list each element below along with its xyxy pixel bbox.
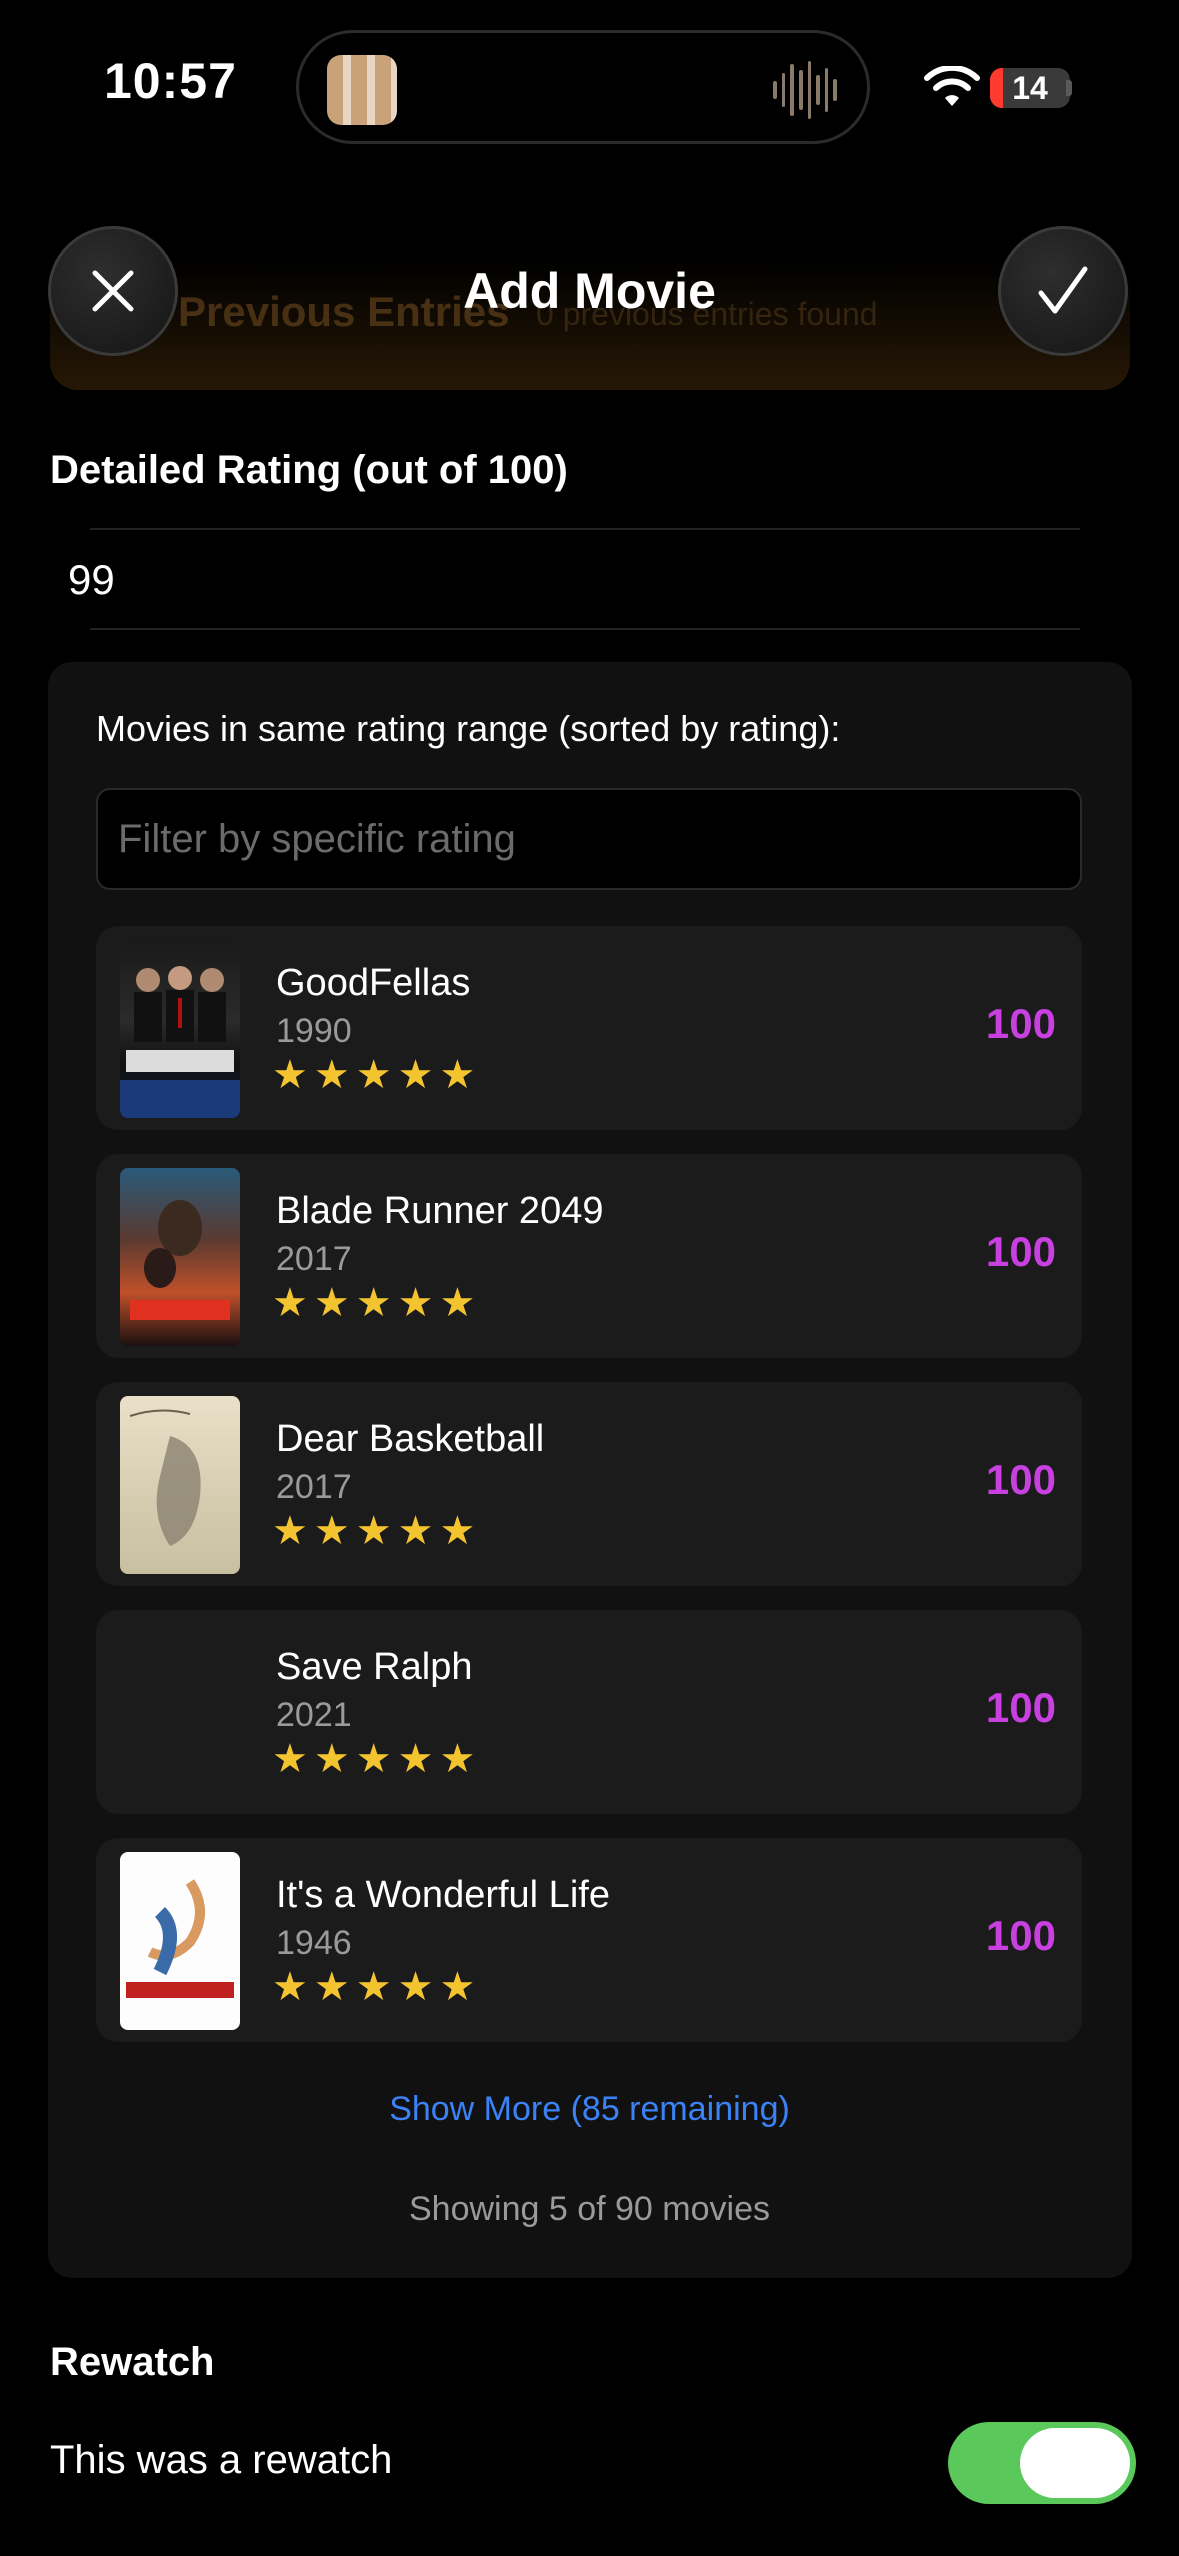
movie-score: 100 bbox=[985, 1228, 1056, 1275]
movie-poster bbox=[120, 1852, 240, 2030]
rating-label: Detailed Rating (out of 100) bbox=[50, 448, 568, 492]
movie-title: Blade Runner 2049 bbox=[276, 1190, 604, 1232]
rating-input[interactable] bbox=[48, 530, 1132, 630]
movie-title: It's a Wonderful Life bbox=[276, 1874, 610, 1916]
checkmark-icon bbox=[1038, 266, 1088, 314]
movie-score: 100 bbox=[985, 1456, 1056, 1503]
similar-movies-heading: Movies in same rating range (sorted by r… bbox=[96, 708, 841, 749]
movie-row[interactable]: Save Ralph 2021 ★★★★★ 100 bbox=[96, 1610, 1082, 1814]
star-rating: ★★★★★ bbox=[272, 1509, 482, 1553]
wifi-icon bbox=[924, 66, 980, 106]
divider bbox=[90, 528, 1080, 530]
movie-year: 2021 bbox=[276, 1696, 352, 1734]
showing-count: Showing 5 of 90 movies bbox=[409, 2190, 770, 2228]
movie-score: 100 bbox=[985, 1000, 1056, 1047]
battery-cap bbox=[1066, 80, 1072, 96]
movie-year: 2017 bbox=[276, 1468, 352, 1506]
movie-row[interactable]: It's a Wonderful Life 1946 ★★★★★ 100 bbox=[96, 1838, 1082, 2042]
star-rating: ★★★★★ bbox=[272, 1281, 482, 1325]
movie-poster bbox=[120, 1168, 240, 1346]
movie-poster bbox=[120, 940, 240, 1118]
star-rating: ★★★★★ bbox=[272, 1737, 482, 1781]
movie-title: Dear Basketball bbox=[276, 1418, 545, 1460]
battery-icon: 14 bbox=[990, 68, 1070, 108]
toggle-knob bbox=[1020, 2428, 1130, 2498]
battery-level: 14 bbox=[1012, 70, 1048, 106]
movie-row[interactable]: Blade Runner 2049 2017 ★★★★★ 100 bbox=[96, 1154, 1082, 1358]
movie-year: 2017 bbox=[276, 1240, 352, 1278]
star-rating: ★★★★★ bbox=[272, 1053, 482, 1097]
rewatch-label: This was a rewatch bbox=[50, 2438, 393, 2482]
movie-score: 100 bbox=[985, 1912, 1056, 1959]
now-playing-artwork bbox=[327, 55, 397, 125]
rating-input-value[interactable]: 99 bbox=[68, 556, 115, 604]
save-button[interactable] bbox=[998, 226, 1128, 356]
divider bbox=[90, 628, 1080, 630]
movie-year: 1990 bbox=[276, 1012, 352, 1050]
movie-row[interactable]: GoodFellas 1990 ★★★★★ 100 bbox=[96, 926, 1082, 1130]
status-time: 10:57 bbox=[104, 53, 237, 109]
movie-score: 100 bbox=[985, 1684, 1056, 1731]
movie-year: 1946 bbox=[276, 1924, 352, 1962]
rewatch-heading: Rewatch bbox=[50, 2340, 215, 2384]
show-more-link[interactable]: Show More (85 remaining) bbox=[0, 2090, 1179, 2129]
rewatch-toggle[interactable] bbox=[948, 2422, 1136, 2504]
movie-row[interactable]: Dear Basketball 2017 ★★★★★ 100 bbox=[96, 1382, 1082, 1586]
rating-filter-input[interactable] bbox=[96, 788, 1082, 890]
audio-waveform-icon bbox=[773, 59, 837, 121]
movie-title: GoodFellas bbox=[276, 962, 471, 1004]
movie-poster bbox=[120, 1396, 240, 1574]
movie-title: Save Ralph bbox=[276, 1646, 473, 1688]
dynamic-island[interactable] bbox=[296, 30, 870, 144]
star-rating: ★★★★★ bbox=[272, 1965, 482, 2009]
